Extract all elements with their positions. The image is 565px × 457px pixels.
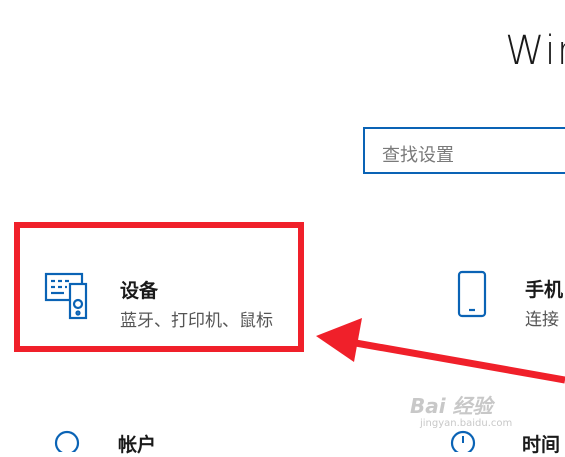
tile-devices-name: 设备 [120, 280, 159, 302]
tile-phone-desc: 连接 [525, 310, 559, 330]
tile-phone-name: 手机 [525, 279, 564, 301]
tile-phone[interactable]: 手机 连接 [455, 260, 565, 330]
tile-time-name[interactable]: 时间 [522, 430, 560, 457]
time-icon[interactable] [448, 428, 478, 456]
tile-accounts-name[interactable]: 帐户 [118, 430, 156, 457]
search-field[interactable]: 查找设置 [363, 127, 565, 174]
watermark-text: Bai 经验 [410, 394, 493, 418]
account-icon[interactable] [52, 428, 82, 456]
watermark-sub: jingyan.baidu.com [420, 418, 513, 429]
settings-title: Win [505, 28, 565, 74]
tile-devices[interactable]: 设备 蓝牙、打印机、鼠标 [14, 222, 304, 352]
devices-icon [44, 270, 94, 324]
phone-icon [455, 270, 491, 324]
baidu-watermark: Bai 经验 jingyan.baidu.com [410, 390, 512, 429]
search-placeholder: 查找设置 [382, 145, 454, 166]
tile-devices-desc: 蓝牙、打印机、鼠标 [120, 311, 273, 331]
